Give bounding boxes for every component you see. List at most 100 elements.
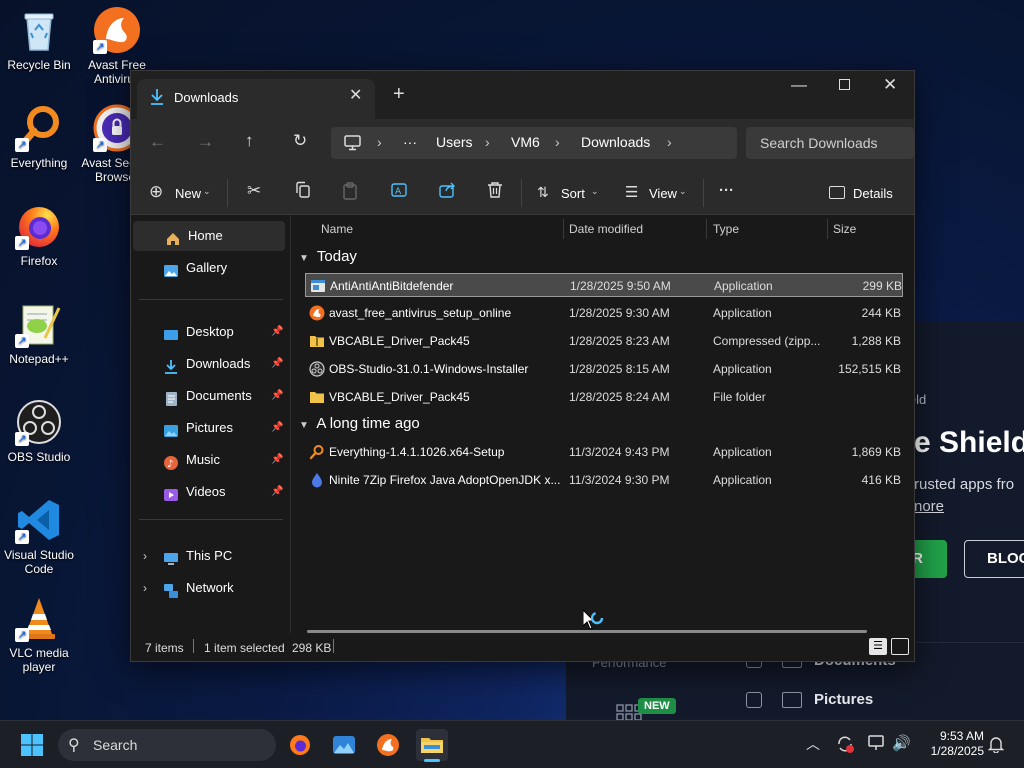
desktop-icon-label: Visual Studio Code [4,548,74,576]
new-tab-icon[interactable]: + [393,83,405,106]
desktop-icon-notepadpp[interactable]: ↗ Notepad++ [0,300,78,366]
desktop-icon-firefox[interactable]: ↗ Firefox [0,202,78,268]
clock-date: 1/28/2025 [930,744,984,758]
tiles-view-icon[interactable] [891,638,909,655]
chevron-down-icon: ⌄ [591,186,599,196]
toolbar-divider [521,179,522,207]
column-divider[interactable] [563,219,564,239]
back-icon[interactable]: ← [149,132,166,152]
nav-item-desktop[interactable]: Desktop 📌 [131,317,291,347]
view-list-icon: ☰ [625,184,639,201]
details-view-icon[interactable]: ☰ [869,638,887,655]
details-pane-button[interactable]: Details [827,179,907,207]
chevron-up-icon[interactable]: ︿ [806,734,820,754]
breadcrumb-vm6[interactable]: VM6 [511,127,540,157]
chevron-right-icon[interactable]: › [667,127,672,157]
bg-checkbox-pictures[interactable] [746,692,762,708]
sort-button[interactable]: ⇅ Sort ⌄ [535,179,599,207]
nav-item-network[interactable]: › Network [131,573,291,603]
file-row[interactable]: VBCABLE_Driver_Pack45 1/28/2025 8:23 AM … [305,329,903,353]
taskbar-firefox[interactable] [284,729,316,761]
nav-item-home[interactable]: Home [133,221,285,251]
rename-icon[interactable]: A [391,181,409,202]
volume-icon[interactable]: 🔊 [892,734,911,752]
gallery-icon [163,260,179,277]
share-icon[interactable] [439,181,457,202]
group-header-long-ago[interactable]: ▼ A long time ago [299,412,420,436]
file-row[interactable]: avast_free_antivirus_setup_online 1/28/2… [305,301,903,325]
paste-icon[interactable] [343,182,357,203]
file-row[interactable]: Ninite 7Zip Firefox Java AdoptOpenJDK x.… [305,468,903,492]
network-icon[interactable] [868,735,886,754]
forward-icon[interactable]: → [197,132,214,152]
file-row[interactable]: Everything-1.4.1.1026.x64-Setup 11/3/202… [305,440,903,464]
column-header-row: Name Date modified Type Size [291,215,914,243]
taskbar-avast[interactable] [372,729,404,761]
file-name: Ninite 7Zip Firefox Java AdoptOpenJDK x.… [329,473,561,487]
nav-item-documents[interactable]: Documents 📌 [131,381,291,411]
nav-item-gallery[interactable]: Gallery [131,253,291,283]
close-window-icon[interactable]: ✕ [883,75,897,95]
taskbar-photos[interactable] [328,729,360,761]
sync-alert-icon[interactable] [836,735,854,756]
file-row[interactable]: OBS-Studio-31.0.1-Windows-Installer 1/28… [305,357,903,381]
shortcut-arrow-icon: ↗ [93,138,107,152]
expand-chevron-icon[interactable]: › [143,573,147,603]
nav-item-pictures[interactable]: Pictures 📌 [131,413,291,443]
breadcrumb-overflow[interactable]: ··· [403,127,417,157]
bg-learn-more-link[interactable]: nore [914,498,944,515]
file-date: 1/28/2025 8:15 AM [569,362,670,376]
breadcrumb-downloads[interactable]: Downloads [581,127,650,157]
nav-item-downloads[interactable]: Downloads 📌 [131,349,291,379]
column-header-name[interactable]: Name [321,215,353,243]
nav-item-videos[interactable]: Videos 📌 [131,477,291,507]
desktop-icon-vscode[interactable]: ↗ Visual Studio Code [0,496,78,576]
desktop-icon-recycle-bin[interactable]: Recycle Bin [0,6,78,72]
minimize-icon[interactable]: — [791,77,807,95]
column-header-date[interactable]: Date modified [569,215,643,243]
notification-bell-icon[interactable] [987,735,1005,756]
view-button[interactable]: ☰ View ⌄ [623,179,689,207]
column-divider[interactable] [827,219,828,239]
maximize-icon[interactable] [839,79,850,90]
bg-block-button[interactable]: BLOC [964,540,1024,578]
close-tab-icon[interactable]: ✕ [349,85,362,105]
address-bar[interactable]: › ··· Users › VM6 › Downloads › [331,127,737,159]
file-row[interactable]: VBCABLE_Driver_Pack45 1/28/2025 8:24 AM … [305,385,903,409]
file-explorer-window: Downloads ✕ + — ✕ ← → ↑ ↻ › ··· Users › … [130,70,915,662]
cut-icon[interactable]: ✂ [247,181,261,201]
clock[interactable]: 9:53 AM 1/28/2025 [918,729,984,761]
taskbar-file-explorer[interactable] [416,729,448,762]
search-input[interactable]: Search Downloads [746,127,914,159]
chevron-right-icon: › [377,134,382,150]
refresh-icon[interactable]: ↻ [293,131,307,151]
tab-downloads[interactable]: Downloads ✕ [137,79,375,119]
file-type: Application [713,473,772,487]
file-type: Application [713,362,772,376]
expand-chevron-icon[interactable]: › [143,541,147,571]
desktop-icon-everything[interactable]: ↗ Everything [0,104,78,170]
shortcut-arrow-icon: ↗ [15,530,29,544]
title-bar: Downloads ✕ + — ✕ [131,71,914,119]
taskbar-search[interactable]: ⚲ Search [58,729,276,761]
up-icon[interactable]: ↑ [245,131,254,151]
nav-item-label: Network [186,580,234,595]
desktop-icon-obs[interactable]: ↗ OBS Studio [0,398,78,464]
copy-icon[interactable] [295,181,311,202]
nav-item-music[interactable]: ♪ Music 📌 [131,445,291,475]
breadcrumb-users[interactable]: Users [436,127,473,157]
group-header-today[interactable]: ▼ Today [299,245,357,269]
column-header-size[interactable]: Size [833,215,856,243]
nav-item-this-pc[interactable]: › This PC [131,541,291,571]
delete-icon[interactable] [487,181,503,202]
ninite-icon [309,472,325,488]
new-button[interactable]: ⊕ New ⌄ [143,179,217,207]
column-header-type[interactable]: Type [713,215,739,243]
chevron-down-icon: ⌄ [679,186,687,196]
start-button[interactable] [16,729,48,761]
file-row[interactable]: AntiAntiAntiBitdefender 1/28/2025 9:50 A… [305,273,903,297]
more-options-button[interactable]: ··· [719,182,734,199]
desktop-icon-vlc[interactable]: ↗ VLC media player [0,594,78,674]
column-divider[interactable] [706,219,707,239]
new-badge: NEW [638,698,676,714]
